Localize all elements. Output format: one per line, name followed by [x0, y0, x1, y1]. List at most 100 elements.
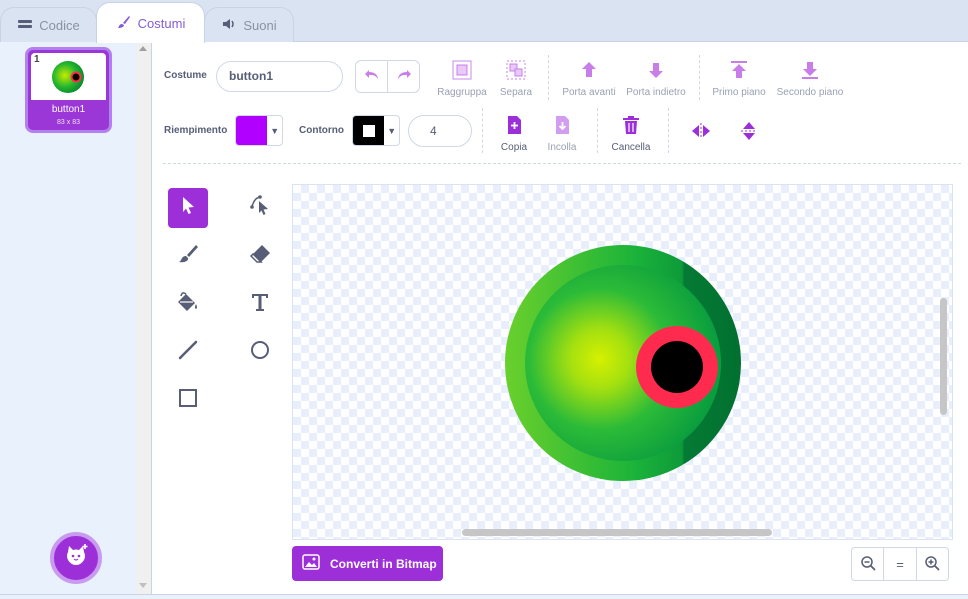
speaker-icon: [221, 16, 237, 35]
forward-label: Porta avanti: [562, 87, 616, 98]
zoom-out-icon: [860, 555, 876, 574]
rectangle-icon: [176, 386, 200, 415]
back-label: Secondo piano: [776, 87, 844, 98]
select-tool[interactable]: [168, 188, 208, 228]
bottom-border: [0, 594, 968, 599]
ungroup-label: Separa: [499, 87, 533, 98]
arrow-top-icon: [728, 59, 750, 87]
reshape-icon: [248, 194, 272, 223]
paint-canvas[interactable]: [292, 184, 953, 540]
redo-button[interactable]: [387, 61, 419, 92]
tab-sounds[interactable]: Suoni: [204, 7, 294, 42]
zoom-in-button[interactable]: [915, 548, 948, 580]
forward-button[interactable]: Porta avanti: [560, 59, 618, 98]
divider: [597, 108, 598, 153]
convert-to-bitmap-button[interactable]: Converti in Bitmap: [292, 546, 443, 581]
line-icon: [176, 338, 200, 367]
tab-sounds-label: Suoni: [243, 17, 277, 33]
brush-icon: [116, 14, 132, 33]
back-button[interactable]: Secondo piano: [774, 59, 846, 98]
costume-item[interactable]: 1 button1 83 x 83: [25, 47, 112, 133]
trash-icon: [620, 114, 642, 142]
cursor-icon: [176, 194, 200, 223]
undo-button[interactable]: [356, 61, 387, 92]
outline-width-input[interactable]: 4: [408, 115, 472, 147]
front-button[interactable]: Primo piano: [710, 59, 768, 98]
ungroup-icon: [505, 59, 527, 87]
ungroup-button[interactable]: Separa: [496, 59, 536, 98]
flip-vertical-icon: [738, 120, 760, 148]
circle-tool[interactable]: [240, 332, 280, 372]
cat-add-icon: [63, 543, 89, 574]
sidebar-scrollbar[interactable]: [136, 42, 151, 594]
costume-name: button1: [51, 104, 86, 115]
toolbar-divider: [163, 163, 961, 164]
code-icon: [17, 16, 33, 35]
costume-name-input[interactable]: button1: [216, 61, 343, 92]
costume-name-label: Costume: [164, 70, 207, 81]
arrow-down-icon: [645, 59, 667, 87]
front-label: Primo piano: [712, 87, 766, 98]
flip-horizontal-icon: [690, 120, 712, 148]
costume-artwork: [505, 245, 741, 481]
zoom-reset-button[interactable]: =: [883, 548, 915, 580]
outline-swatch: [353, 116, 385, 145]
circle-icon: [248, 338, 272, 367]
text-tool[interactable]: [240, 284, 280, 324]
outline-color-picker[interactable]: ▼: [352, 115, 400, 146]
image-icon: [302, 554, 320, 573]
undo-icon: [364, 67, 380, 86]
delete-label: Cancella: [611, 142, 651, 153]
brush-icon: [176, 242, 200, 271]
costume-thumbnail: [31, 53, 106, 100]
eraser-tool[interactable]: [240, 236, 280, 276]
reshape-tool[interactable]: [240, 188, 280, 228]
fill-swatch: [236, 116, 268, 145]
choose-costume-button[interactable]: [50, 532, 102, 584]
group-label: Raggruppa: [437, 87, 487, 98]
group-button[interactable]: Raggruppa: [436, 59, 488, 98]
flip-horizontal-button[interactable]: [689, 120, 713, 148]
text-icon: [248, 290, 272, 319]
backward-label: Porta indietro: [626, 87, 686, 98]
divider: [482, 108, 483, 153]
divider: [668, 108, 669, 153]
fill-tool[interactable]: [168, 284, 208, 324]
copy-icon: [503, 114, 525, 142]
paste-label: Incolla: [547, 142, 577, 153]
arrow-bottom-icon: [799, 59, 821, 87]
outline-label: Contorno: [299, 125, 344, 136]
canvas-vertical-scrollbar[interactable]: [940, 298, 947, 415]
tab-costumes-label: Costumi: [137, 15, 186, 31]
delete-button[interactable]: Cancella: [606, 114, 656, 153]
tab-code[interactable]: Codice: [0, 7, 97, 42]
flip-vertical-button[interactable]: [737, 120, 761, 148]
undo-redo-group: [355, 60, 420, 93]
fill-color-picker[interactable]: ▼: [235, 115, 283, 146]
divider: [548, 55, 549, 100]
rectangle-tool[interactable]: [168, 380, 208, 420]
zoom-in-icon: [924, 555, 940, 574]
tab-costumes[interactable]: Costumi: [96, 2, 205, 43]
paste-button[interactable]: Incolla: [542, 114, 582, 153]
convert-to-bitmap-label: Converti in Bitmap: [330, 556, 437, 571]
line-tool[interactable]: [168, 332, 208, 372]
divider: [699, 55, 700, 100]
arrow-up-icon: [578, 59, 600, 87]
fill-label: Riempimento: [164, 125, 228, 136]
paint-bucket-icon: [176, 290, 200, 319]
backward-button[interactable]: Porta indietro: [624, 59, 688, 98]
zoom-out-button[interactable]: [852, 548, 883, 580]
copy-button[interactable]: Copia: [494, 114, 534, 153]
tab-code-label: Codice: [39, 17, 80, 33]
eraser-icon: [248, 242, 272, 271]
redo-icon: [396, 67, 412, 86]
brush-tool[interactable]: [168, 236, 208, 276]
canvas-horizontal-scrollbar[interactable]: [462, 529, 772, 536]
costume-number: 1: [34, 54, 40, 65]
scroll-up-icon[interactable]: [139, 46, 147, 51]
caret-down-icon: ▼: [387, 125, 397, 136]
caret-down-icon: ▼: [270, 125, 280, 136]
paste-icon: [551, 114, 573, 142]
scroll-down-icon[interactable]: [139, 583, 147, 588]
